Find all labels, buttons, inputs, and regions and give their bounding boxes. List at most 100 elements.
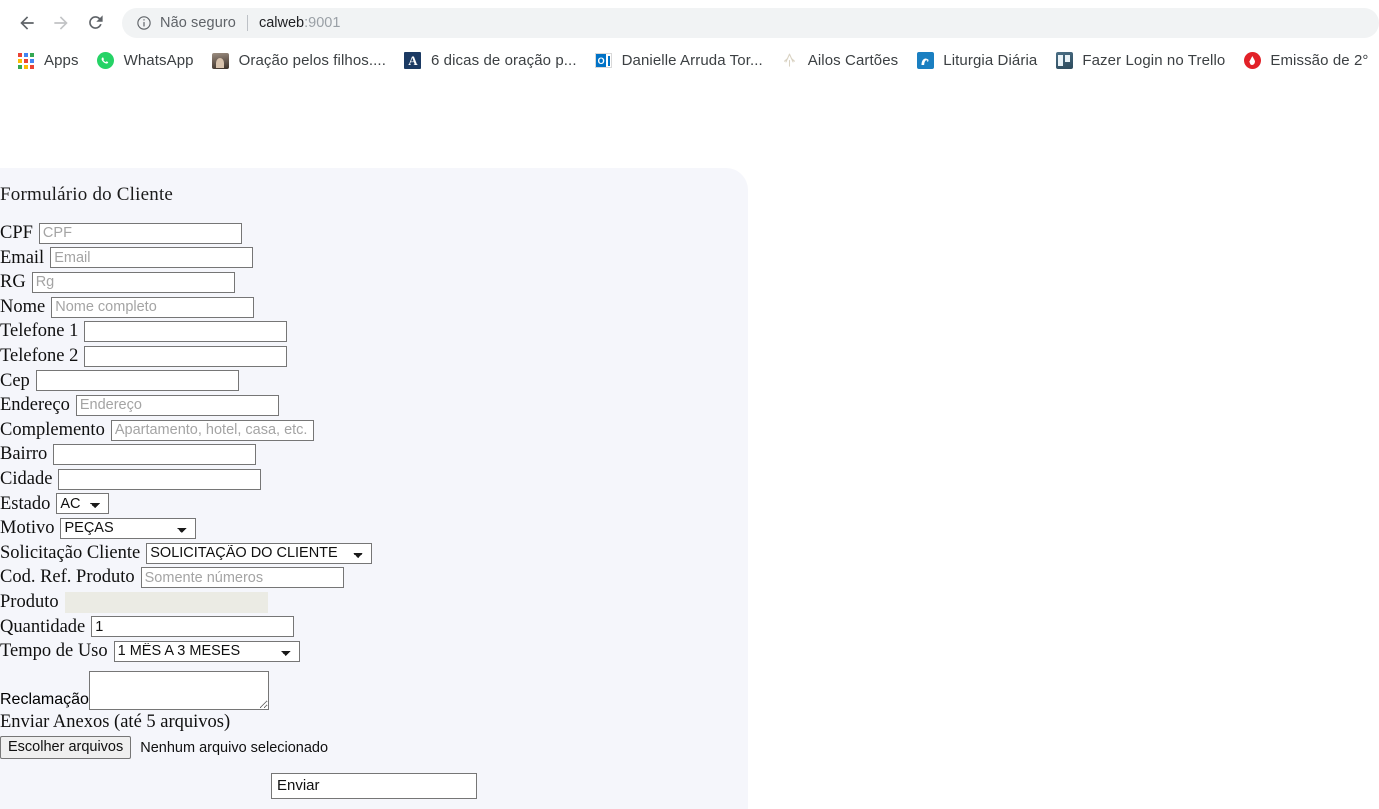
bookmark-label: Danielle Arruda Tor... <box>621 52 763 69</box>
field-row-produto: Produto <box>0 590 740 615</box>
label-cep: Cep <box>0 370 30 391</box>
bookmark-liturgia-diaria[interactable]: Liturgia Diária <box>907 48 1046 74</box>
label-telefone1: Telefone 1 <box>0 321 79 342</box>
address-bar[interactable]: Não seguro calweb:9001 <box>122 7 1379 38</box>
bookmarks-bar: Apps WhatsApp Oração pelos filhos.... A … <box>0 45 1379 76</box>
bookmark-label: WhatsApp <box>123 52 194 69</box>
red-drop-icon <box>1243 52 1261 70</box>
security-label: Não seguro <box>160 14 236 31</box>
url-port: :9001 <box>304 14 341 31</box>
cod-ref-produto-input[interactable] <box>140 567 344 589</box>
telefone2-input[interactable] <box>84 345 288 367</box>
field-row-solicitacao: Solicitação Cliente SOLICITAÇÃO DO CLIEN… <box>0 541 740 566</box>
label-solicitacao-cliente: Solicitação Cliente <box>0 542 141 563</box>
label-cidade: Cidade <box>0 468 53 489</box>
motivo-select[interactable]: PEÇAS <box>60 517 197 539</box>
tempo-de-uso-select[interactable]: 1 MÊS A 3 MESES <box>113 640 300 662</box>
bookmark-label: Ailos Cartões <box>807 52 899 69</box>
reload-icon <box>88 15 103 29</box>
arrow-right-icon <box>54 15 68 30</box>
page-title: Formulário do Cliente <box>0 184 174 205</box>
email-input[interactable] <box>50 247 254 269</box>
bookmark-whatsapp[interactable]: WhatsApp <box>88 48 203 74</box>
label-estado: Estado <box>0 493 51 514</box>
letter-a-icon: A <box>404 52 422 70</box>
rg-input[interactable] <box>31 271 235 293</box>
label-telefone2: Telefone 2 <box>0 346 79 367</box>
complemento-input[interactable] <box>110 419 314 441</box>
label-nome: Nome <box>0 296 46 317</box>
file-upload-row: Escolher arquivos Nenhum arquivo selecio… <box>0 735 740 761</box>
submit-row: Enviar <box>0 772 740 799</box>
field-row-reclamacao: Reclamação <box>0 664 740 710</box>
solicitacao-cliente-select[interactable]: SOLICITAÇÃO DO CLIENTE <box>146 542 373 564</box>
file-selection-status: Nenhum arquivo selecionado <box>140 739 329 756</box>
client-form: CPF Email RG Nome Telefone 1 Telefone 2 <box>0 221 740 799</box>
reload-button[interactable] <box>78 6 112 40</box>
field-row-bairro: Bairro <box>0 442 740 467</box>
back-button[interactable] <box>10 6 44 40</box>
omnibox-divider <box>246 14 248 31</box>
bookmark-ailos-cartoes[interactable]: Ailos Cartões <box>772 48 908 74</box>
escolher-arquivos-button[interactable]: Escolher arquivos <box>0 736 132 760</box>
client-form-panel: Formulário do Cliente CPF Email RG Nome … <box>0 168 748 809</box>
field-row-tempo-de-uso: Tempo de Uso 1 MÊS A 3 MESES <box>0 639 740 664</box>
field-row-quantidade: Quantidade <box>0 615 740 640</box>
field-row-cep: Cep <box>0 369 740 394</box>
url-host: calweb <box>258 14 305 31</box>
bairro-input[interactable] <box>53 444 257 466</box>
info-circle-icon[interactable] <box>136 15 152 31</box>
reclamacao-textarea[interactable] <box>88 670 269 710</box>
arrow-left-icon <box>20 15 34 30</box>
bookmark-label: Liturgia Diária <box>943 52 1038 69</box>
field-row-telefone2: Telefone 2 <box>0 344 740 369</box>
produto-input <box>64 591 268 613</box>
label-bairro: Bairro <box>0 444 48 465</box>
bookmark-emissao-2a-via[interactable]: Emissão de 2° <box>1234 48 1377 74</box>
label-rg: RG <box>0 272 26 293</box>
bookmark-label: Emissão de 2° <box>1270 52 1369 69</box>
endereco-input[interactable] <box>75 394 279 416</box>
label-produto: Produto <box>0 591 59 612</box>
enviar-button[interactable]: Enviar <box>271 772 477 799</box>
label-enviar-anexos: Enviar Anexos (até 5 arquivos) <box>0 711 231 732</box>
field-row-email: Email <box>0 246 740 271</box>
label-quantidade: Quantidade <box>0 616 86 637</box>
cidade-input[interactable] <box>58 468 262 490</box>
liturgia-icon <box>916 52 934 70</box>
field-row-cidade: Cidade <box>0 467 740 492</box>
label-reclamacao: Reclamação <box>0 690 89 708</box>
label-complemento: Complemento <box>0 419 105 440</box>
photo-icon <box>212 52 230 70</box>
bookmark-danielle-arruda[interactable]: O Danielle Arruda Tor... <box>586 48 772 74</box>
whatsapp-icon <box>97 52 115 70</box>
page-viewport: Formulário do Cliente CPF Email RG Nome … <box>0 76 1379 809</box>
trello-icon <box>1055 52 1073 70</box>
field-row-cod-ref-produto: Cod. Ref. Produto <box>0 565 740 590</box>
cpf-input[interactable] <box>38 222 242 244</box>
label-cod-ref-produto: Cod. Ref. Produto <box>0 567 135 588</box>
bookmark-label: Fazer Login no Trello <box>1082 52 1226 69</box>
field-row-cpf: CPF <box>0 221 740 246</box>
field-row-complemento: Complemento <box>0 418 740 443</box>
bookmark-trello[interactable]: Fazer Login no Trello <box>1046 48 1234 74</box>
bookmark-label: Oração pelos filhos.... <box>238 52 386 69</box>
bookmark-apps[interactable]: Apps <box>8 48 88 74</box>
field-row-telefone1: Telefone 1 <box>0 319 740 344</box>
field-row-motivo: Motivo PEÇAS <box>0 516 740 541</box>
cep-input[interactable] <box>35 370 239 392</box>
estado-select[interactable]: AC <box>56 493 110 515</box>
forward-button[interactable] <box>44 6 78 40</box>
apps-grid-icon <box>17 52 35 70</box>
telefone1-input[interactable] <box>84 321 288 343</box>
bookmark-6-dicas-de-oracao[interactable]: A 6 dicas de oração p... <box>395 48 586 74</box>
bookmark-oracao-pelos-filhos[interactable]: Oração pelos filhos.... <box>203 48 395 74</box>
label-motivo: Motivo <box>0 518 55 539</box>
ailos-icon <box>781 52 799 70</box>
label-cpf: CPF <box>0 223 33 244</box>
nome-input[interactable] <box>51 296 255 318</box>
label-email: Email <box>0 247 45 268</box>
field-row-estado: Estado AC <box>0 492 740 517</box>
quantidade-input[interactable] <box>91 616 295 638</box>
label-tempo-de-uso: Tempo de Uso <box>0 641 108 662</box>
